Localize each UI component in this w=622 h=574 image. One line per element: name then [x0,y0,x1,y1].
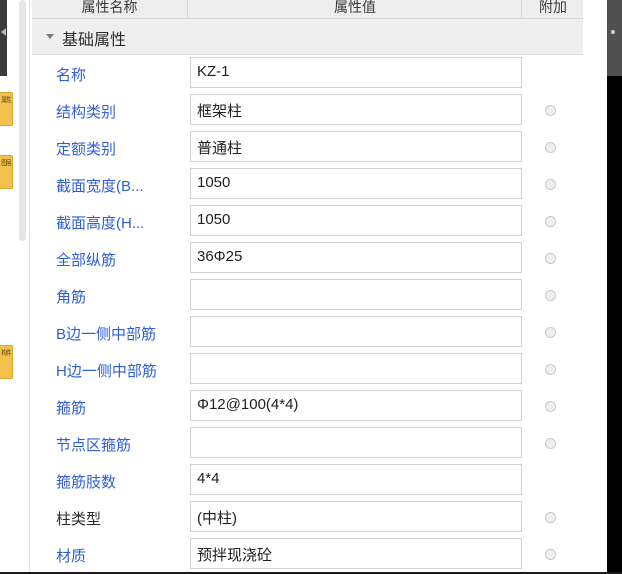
property-value-input[interactable] [190,316,522,347]
extra-radio-button[interactable] [545,105,556,116]
triangle-down-icon[interactable] [46,34,54,39]
property-label: 截面高度(H... [56,215,145,232]
extra-radio-button[interactable] [545,253,556,264]
extra-radio-button[interactable] [545,142,556,153]
property-value-text: 预拌现浇砼 [197,547,273,564]
group-row-label: 基础属性 [62,32,127,49]
table-row[interactable]: 箍筋肢数 4*4 [32,462,583,499]
left-blank-strip [0,76,7,574]
property-value-input[interactable]: 预拌现浇砼 [190,538,522,569]
property-label: H边一侧中部筋 [56,363,157,380]
property-value-input[interactable] [190,279,522,310]
side-tab[interactable]: 构件 [0,345,13,379]
table-row[interactable]: 截面高度(H... 1050 [32,203,583,240]
property-label: 节点区箍筋 [56,437,132,454]
outer-scrollbar-thumb[interactable] [19,0,26,241]
outer-scrollbar[interactable] [18,0,27,574]
property-value-input[interactable]: 36Φ25 [190,242,522,273]
dot-icon [611,30,615,34]
table-row[interactable]: 截面宽度(B... 1050 [32,166,583,203]
extra-radio-button[interactable] [545,179,556,190]
property-value-text: 1050 [197,211,231,228]
column-header-value: 属性值 [189,0,522,19]
side-tab-label: 图层 [1,160,11,167]
property-value-input[interactable] [190,353,522,384]
extra-radio-button[interactable] [545,438,556,449]
extra-radio-button[interactable] [545,364,556,375]
table-row[interactable]: H边一侧中部筋 [32,351,583,388]
panel-divider-left [29,0,30,574]
property-label: 定额类别 [56,141,117,158]
table-row[interactable]: 材质 预拌现浇砼 [32,536,583,573]
property-label: 柱类型 [56,511,102,528]
property-label: 材质 [56,548,87,565]
property-value-input[interactable]: 1050 [190,205,522,236]
table-row[interactable]: B边一侧中部筋 [32,314,583,351]
property-value-input[interactable]: Φ12@100(4*4) [190,390,522,421]
table-row[interactable]: 定额类别 普通柱 [32,129,583,166]
property-value-text: 框架柱 [197,103,243,120]
table-row[interactable]: 节点区箍筋 [32,425,583,462]
table-row[interactable]: 结构类别 框架柱 [32,92,583,129]
property-row-list: 名称 KZ-1 结构类别 框架柱 定额类别 普通柱 截面宽度(B... 1050 截面高度(H.… [32,55,583,573]
property-label: 结构类别 [56,104,117,121]
right-gap [583,0,607,574]
property-value-text: KZ-1 [197,63,230,80]
property-value-input[interactable] [190,427,522,458]
side-tab-label: 属性 [1,97,11,104]
property-label: 箍筋肢数 [56,474,117,491]
property-value-input[interactable]: 普通柱 [190,131,522,162]
left-collapse-strip[interactable] [0,0,7,76]
property-label: 全部纵筋 [56,252,117,269]
table-row[interactable]: 箍筋 Φ12@100(4*4) [32,388,583,425]
property-value-text: Φ12@100(4*4) [197,396,299,413]
property-value-input[interactable]: 框架柱 [190,94,522,125]
extra-radio-button[interactable] [545,216,556,227]
grid-header-row: 属性名称 属性值 附加 [32,0,583,19]
table-row[interactable]: 名称 KZ-1 [32,55,583,92]
property-grid: 属性名称 属性值 附加 基础属性 名称 KZ-1 结构类别 框架柱定额类别 普通柱截面宽… [32,0,583,574]
property-label: 名称 [56,67,87,84]
property-label: 箍筋 [56,400,87,417]
chevron-left-icon [1,28,6,36]
extra-radio-button[interactable] [545,290,556,301]
property-value-text: 36Φ25 [197,248,243,265]
table-row[interactable]: 角筋 [32,277,583,314]
property-panel-window: 属性图层构件 属性名称 属性值 附加 基础属性 名称 KZ-1 结构类别 框架柱定额类… [0,0,622,574]
column-header-extra: 附加 [539,0,567,15]
table-row[interactable]: 全部纵筋 36Φ25 [32,240,583,277]
side-tab[interactable]: 属性 [0,92,13,126]
property-value-text: 4*4 [197,470,220,487]
property-value-text: 1050 [197,174,231,191]
side-tab-label: 构件 [1,350,11,357]
extra-radio-button[interactable] [545,401,556,412]
property-value-input[interactable]: 4*4 [190,464,522,495]
right-black-area [607,76,622,574]
property-value-input[interactable]: 1050 [190,168,522,199]
property-label: 截面宽度(B... [56,178,144,195]
column-header-name: 属性名称 [32,0,188,19]
group-row-basic-properties[interactable]: 基础属性 [32,19,583,55]
property-label: 角筋 [56,289,87,306]
extra-radio-button[interactable] [545,549,556,560]
property-value-text: (中柱) [197,510,237,527]
side-tab[interactable]: 图层 [0,155,13,189]
right-collapse-strip[interactable] [607,0,622,76]
property-value-input[interactable]: (中柱) [190,501,522,532]
property-label: B边一侧中部筋 [56,326,157,343]
extra-radio-button[interactable] [545,327,556,338]
property-value-text: 普通柱 [197,140,243,157]
property-value-input[interactable]: KZ-1 [190,57,522,88]
extra-radio-button[interactable] [545,512,556,523]
table-row[interactable]: 柱类型 (中柱) [32,499,583,536]
